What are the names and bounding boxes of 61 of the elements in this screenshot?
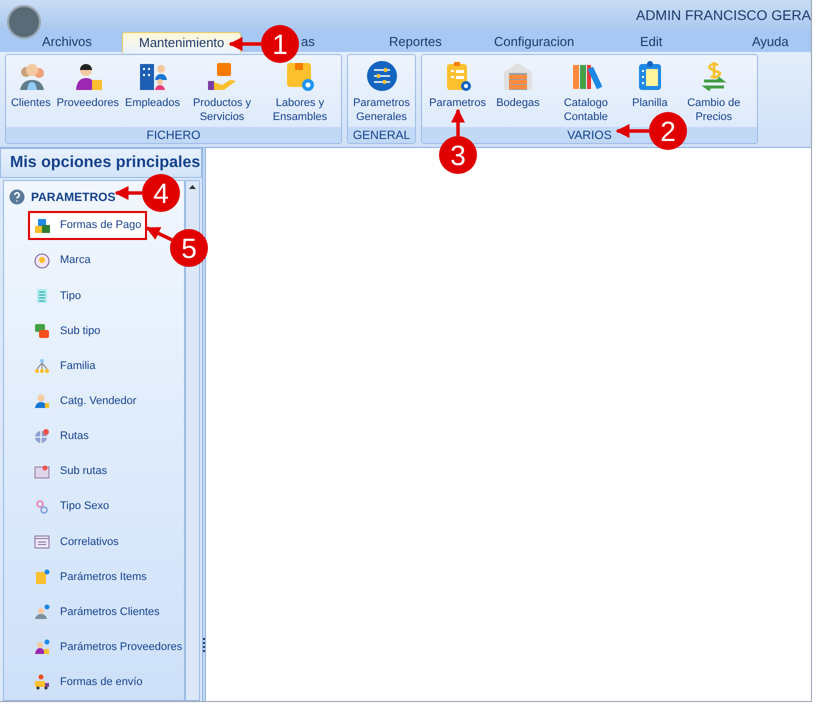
list-icon <box>34 288 50 304</box>
badge-icon <box>34 252 50 269</box>
globe-icon <box>34 428 50 444</box>
person-icon <box>34 393 50 410</box>
callout-number: 3 <box>439 136 477 174</box>
menu-tab[interactable]: Configuracion <box>494 32 574 53</box>
ribbon-button[interactable]: Clientes <box>10 60 51 110</box>
ribbon-button[interactable]: Parametros <box>429 60 486 110</box>
sidebar-item[interactable]: Formas de Pago <box>28 211 148 240</box>
sidebar-item[interactable]: Parámetros Items <box>28 562 153 592</box>
chat-icon <box>34 322 50 339</box>
sidebar-item[interactable]: Sub rutas <box>28 457 114 486</box>
ribbon-button[interactable]: Empleados <box>125 60 180 110</box>
ribbon-button[interactable]: Productos y Servicios <box>186 60 258 124</box>
panel-title: Mis opciones principales <box>10 153 200 173</box>
callout-arrow <box>451 108 465 136</box>
sidebar-item[interactable]: Familia <box>28 352 102 381</box>
menu-tab[interactable]: Edit <box>640 32 662 53</box>
sidebar-item[interactable]: Catg. Vendedor <box>28 386 142 416</box>
callout-arrow <box>616 124 649 138</box>
ribbon-button[interactable]: Catalogo Contable <box>550 60 622 124</box>
callout-arrow <box>114 186 142 200</box>
menu-tab[interactable]: Archivos <box>42 32 92 53</box>
help-icon <box>9 188 25 205</box>
ribbon-button[interactable]: Proveedores <box>56 60 120 110</box>
sidebar-item[interactable]: Parámetros Clientes <box>28 598 166 627</box>
sidebar-item[interactable]: Sub tipo <box>28 316 106 346</box>
hand-box-icon <box>206 60 238 92</box>
ribbon-button[interactable]: Parametros Generales <box>350 60 413 124</box>
ribbon-button[interactable]: Planilla <box>632 60 668 110</box>
splitter[interactable] <box>202 148 206 701</box>
menu-tab[interactable]: as <box>301 32 315 53</box>
sidebar-item[interactable]: Formas de envío <box>28 668 149 697</box>
callout-arrow <box>146 226 173 242</box>
callout-number: 5 <box>170 229 208 267</box>
truck-icon <box>34 674 50 690</box>
window-icon <box>34 534 50 550</box>
hierarchy-icon <box>34 358 50 374</box>
sidebar-item[interactable]: Tipo <box>28 281 87 310</box>
sliders-icon <box>366 60 398 92</box>
window-title: ADMIN FRANCISCO GERA <box>636 6 811 24</box>
ribbon-button[interactable]: Bodegas <box>496 60 540 110</box>
callout-arrow <box>228 37 261 51</box>
menu-tab[interactable]: Reportes <box>389 32 442 53</box>
sidebar-item[interactable]: Parámetros Proveedores <box>28 632 188 662</box>
sidebar-item[interactable]: Marca <box>28 246 97 276</box>
group-label: GENERAL <box>348 127 415 143</box>
callout-number: 4 <box>142 174 180 212</box>
group-label: FICHERO <box>6 127 341 143</box>
sidebar-item[interactable]: Tipo Sexo <box>28 492 116 522</box>
menu-tab[interactable]: Mantenimiento <box>122 32 242 53</box>
ribbon-button[interactable]: Labores y Ensambles <box>264 60 336 124</box>
warehouse-icon <box>502 60 534 92</box>
cubes-icon <box>34 218 50 234</box>
section-header[interactable]: PARAMETROS <box>31 188 116 206</box>
callout-number: 2 <box>649 112 687 150</box>
callout-number: 1 <box>261 25 299 63</box>
sidebar-item[interactable]: Rutas <box>28 422 95 451</box>
scroll-up-icon[interactable] <box>189 185 196 189</box>
sidebar-item[interactable]: Correlativos <box>28 527 125 556</box>
menu-tab[interactable]: Ayuda <box>752 32 789 53</box>
